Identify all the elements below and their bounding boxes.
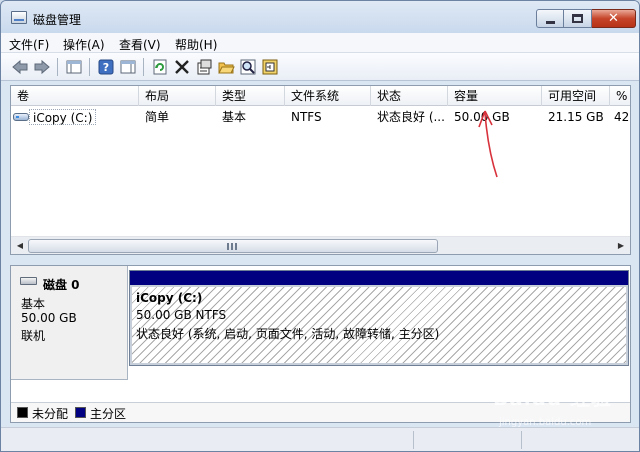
menu-action[interactable]: 操作(A) [63, 36, 105, 53]
scroll-left-icon[interactable]: ◀ [12, 238, 28, 254]
minimize-button[interactable] [536, 9, 564, 28]
volume-icon [13, 113, 29, 121]
toolbar: ? [1, 53, 639, 81]
col-capacity[interactable]: 容量 [448, 86, 542, 106]
help-icon[interactable]: ? [97, 58, 115, 76]
minimize-icon [546, 21, 555, 24]
scroll-right-icon[interactable]: ▶ [613, 238, 629, 254]
close-icon: ✕ [608, 11, 619, 26]
close-button[interactable]: ✕ [592, 9, 636, 28]
col-filesystem[interactable]: 文件系统 [285, 86, 371, 106]
disk-info-panel[interactable]: 磁盘 0 基本 50.00 GB 联机 [11, 266, 128, 380]
disk-type: 基本 [21, 297, 46, 311]
disk-management-window: 磁盘管理 ✕ 文件(F) 操作(A) 查看(V) 帮助(H) ? 卷 布局 类型… [0, 0, 640, 452]
svg-text:?: ? [103, 61, 109, 74]
cell-filesystem: NTFS [291, 110, 322, 124]
partition-body: iCopy (C:) 50.00 GB NTFS 状态良好 (系统, 启动, 页… [130, 285, 628, 365]
col-percent[interactable]: % [610, 86, 630, 106]
col-status[interactable]: 状态 [371, 86, 448, 106]
cell-volume: iCopy (C:) [11, 107, 139, 127]
horizontal-scrollbar[interactable]: ◀ ▶ [11, 236, 630, 254]
watermark-url: jingyan.baidu.com [499, 417, 592, 428]
window-title: 磁盘管理 [33, 13, 82, 27]
cell-percent: 42 [614, 110, 630, 124]
console-tree-icon[interactable] [65, 58, 83, 76]
disk-management-app-icon [11, 11, 27, 24]
menu-file[interactable]: 文件(F) [9, 36, 49, 53]
maximize-button[interactable] [564, 9, 592, 28]
legend-swatch-unallocated [17, 407, 28, 418]
col-type[interactable]: 类型 [216, 86, 285, 106]
partition-size-fs: 50.00 GB NTFS [136, 308, 227, 322]
back-icon[interactable] [11, 58, 29, 76]
volume-list-header: 卷 布局 类型 文件系统 状态 容量 可用空间 % [11, 86, 630, 106]
refresh-icon[interactable] [151, 58, 169, 76]
disk-state: 联机 [21, 329, 46, 343]
delete-icon[interactable] [173, 58, 191, 76]
menu-help[interactable]: 帮助(H) [175, 36, 217, 53]
open-icon[interactable] [217, 58, 235, 76]
cell-status: 状态良好 (... [377, 110, 445, 124]
title-bar[interactable]: 磁盘管理 ✕ [1, 1, 639, 33]
disk-config-icon[interactable] [261, 58, 279, 76]
volume-name: iCopy (C:) [29, 109, 97, 125]
watermark-brand: Baidu 经验 [493, 386, 613, 410]
partition-block[interactable]: iCopy (C:) 50.00 GB NTFS 状态良好 (系统, 启动, 页… [129, 270, 629, 366]
col-layout[interactable]: 布局 [139, 86, 216, 106]
menu-bar: 文件(F) 操作(A) 查看(V) 帮助(H) [1, 33, 639, 53]
menu-view[interactable]: 查看(V) [119, 36, 161, 53]
cell-layout: 简单 [145, 110, 170, 124]
scroll-grip-icon [227, 243, 237, 250]
partition-status: 状态良好 (系统, 启动, 页面文件, 活动, 故障转储, 主分区) [136, 327, 440, 341]
disk-size: 50.00 GB [21, 311, 77, 325]
disk-icon [20, 277, 37, 285]
search-icon[interactable] [239, 58, 257, 76]
partition-name: iCopy (C:) [136, 291, 203, 305]
cell-type: 基本 [222, 110, 247, 124]
cell-free-space: 21.15 GB [548, 110, 604, 124]
scroll-thumb[interactable] [28, 239, 438, 253]
legend-swatch-primary [75, 407, 86, 418]
disk-title: 磁盘 0 [43, 278, 80, 292]
partition-header-bar [130, 271, 628, 285]
annotation-arrow-icon [478, 110, 498, 178]
properties-icon[interactable] [195, 58, 213, 76]
legend-unallocated: 未分配 [32, 407, 69, 421]
forward-icon[interactable] [33, 58, 51, 76]
status-bar [1, 427, 639, 451]
properties-pane-icon[interactable] [119, 58, 137, 76]
legend-primary: 主分区 [90, 407, 127, 421]
maximize-icon [572, 14, 583, 23]
volume-list: 卷 布局 类型 文件系统 状态 容量 可用空间 % iCopy (C:) 简单 … [10, 85, 631, 255]
col-free-space[interactable]: 可用空间 [542, 86, 610, 106]
col-volume[interactable]: 卷 [11, 86, 139, 106]
table-row[interactable]: iCopy (C:) 简单 基本 NTFS 状态良好 (... 50.00 GB… [11, 107, 630, 127]
